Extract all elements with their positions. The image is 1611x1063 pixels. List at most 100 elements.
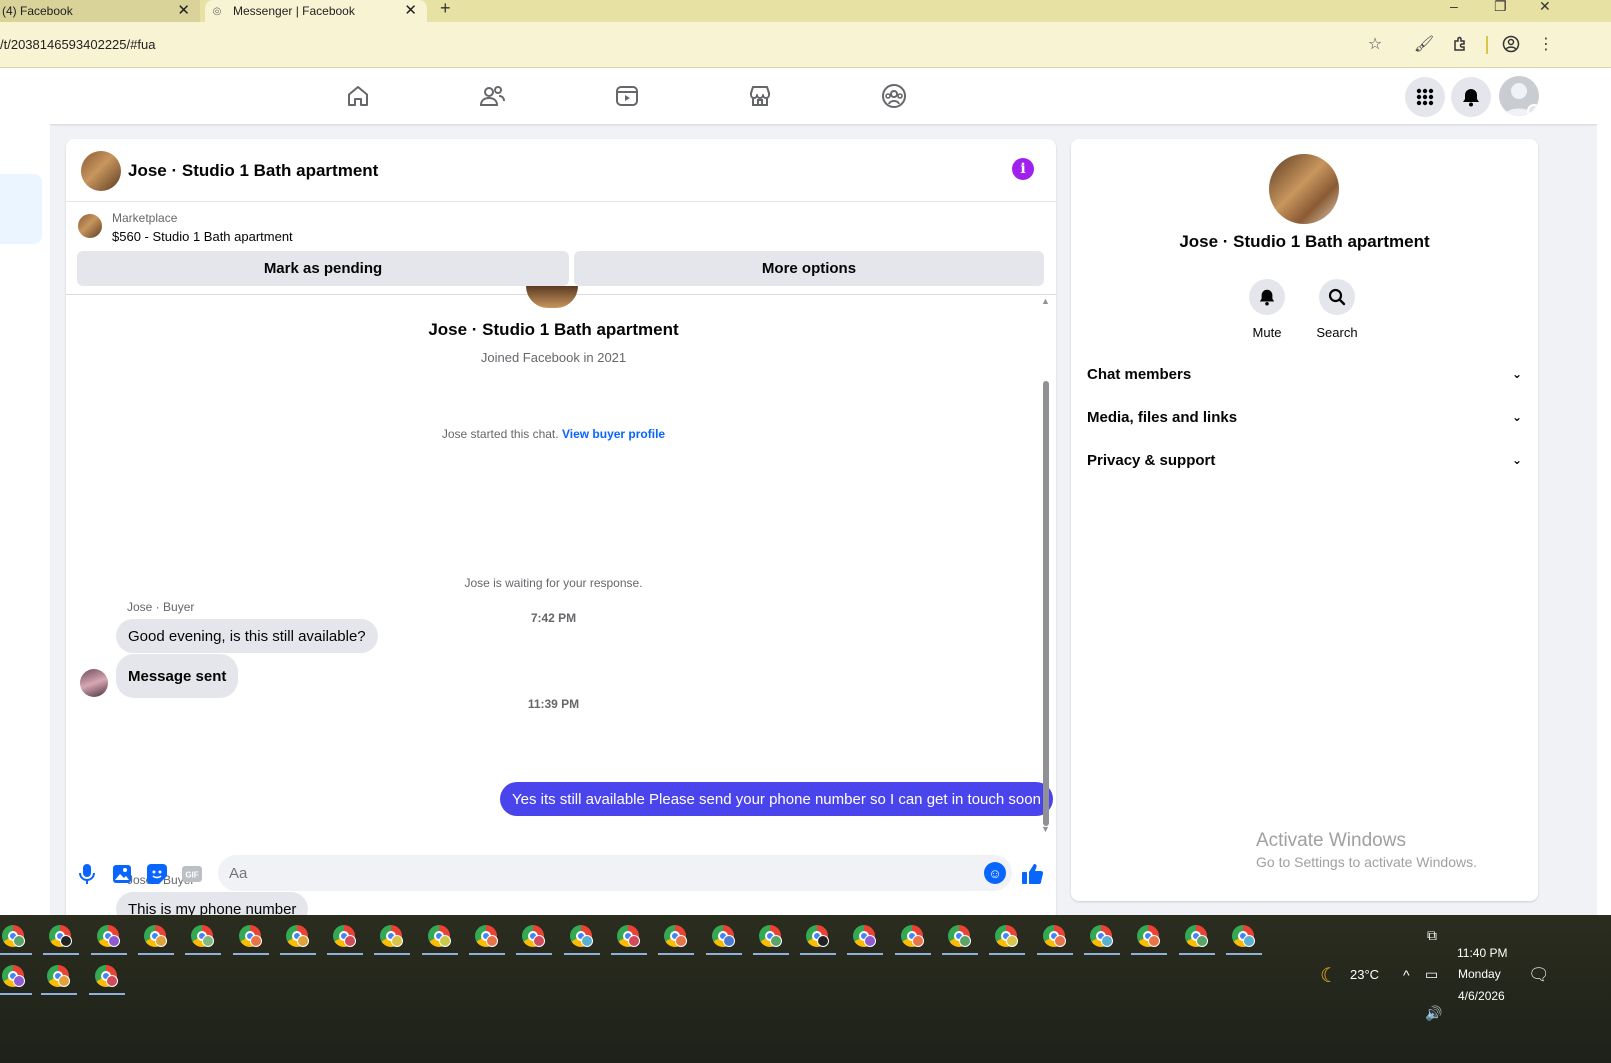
profile-avatar[interactable]: ⌄	[1499, 76, 1539, 116]
chrome-profile-taskbar-icon[interactable]	[942, 923, 978, 955]
bookmark-star-icon[interactable]: ☆	[1365, 34, 1385, 54]
chrome-profile-taskbar-icon[interactable]	[563, 923, 600, 955]
listing-thumbnail[interactable]	[78, 214, 102, 238]
chrome-profile-taskbar-icon[interactable]	[90, 923, 127, 955]
chat-header: Jose · Studio 1 Bath apartment i	[66, 139, 1056, 202]
chrome-profile-taskbar-icon[interactable]	[421, 923, 458, 955]
gif-icon[interactable]: GIF	[181, 863, 203, 885]
weather-temp[interactable]: 23°C	[1350, 967, 1379, 982]
chrome-profile-taskbar-icon[interactable]	[610, 923, 647, 955]
clock-date[interactable]: 4/6/2026	[1458, 989, 1505, 1003]
section-label: Privacy & support	[1087, 451, 1216, 469]
extension-brush-icon[interactable]: 🖌	[1414, 34, 1434, 54]
scroll-down-icon[interactable]: ▼	[1041, 824, 1050, 834]
page-scrollbar[interactable]	[1597, 68, 1611, 923]
network-icon[interactable]: ▭	[1425, 966, 1438, 983]
photo-icon[interactable]	[111, 863, 133, 885]
outgoing-message[interactable]: Yes its still available Please send your…	[500, 782, 1053, 816]
mute-action[interactable]: Mute	[1232, 279, 1302, 340]
chrome-profile-taskbar-icon[interactable]	[1083, 923, 1120, 955]
chrome-profile-taskbar-icon[interactable]	[1225, 923, 1262, 955]
meet-now-icon[interactable]: ⧉	[1427, 927, 1437, 944]
chrome-profile-taskbar-icon[interactable]	[752, 923, 789, 955]
running-indicator	[847, 953, 884, 955]
chat-members-section[interactable]: Chat members ⌄	[1071, 354, 1538, 394]
browser-profile-icon[interactable]	[1501, 34, 1521, 54]
chevron-up-icon[interactable]: ^	[1403, 967, 1410, 983]
info-icon[interactable]: i	[1012, 158, 1034, 180]
close-tab-icon[interactable]: ✕	[177, 1, 190, 19]
chat-avatar[interactable]	[81, 151, 121, 191]
sticker-icon[interactable]	[146, 863, 168, 885]
chat-title[interactable]: Jose · Studio 1 Bath apartment	[128, 161, 378, 181]
chrome-profile-taskbar-icon[interactable]	[279, 923, 316, 955]
restore-icon[interactable]: ❐	[1494, 0, 1507, 15]
scrollbar-thumb[interactable]	[1043, 381, 1049, 826]
sender-avatar[interactable]	[80, 669, 108, 697]
volume-icon[interactable]: 🔊	[1425, 1005, 1442, 1022]
clock-day[interactable]: Monday	[1458, 967, 1501, 981]
home-icon[interactable]	[344, 82, 372, 110]
chrome-profile-taskbar-icon[interactable]	[516, 923, 553, 955]
chrome-profile-taskbar-icon[interactable]	[137, 923, 174, 955]
friends-icon[interactable]	[478, 82, 506, 110]
minimize-icon[interactable]: –	[1450, 0, 1458, 14]
message-input[interactable]	[218, 855, 1012, 891]
media-files-section[interactable]: Media, files and links ⌄	[1071, 397, 1538, 437]
search-icon[interactable]	[1319, 279, 1355, 315]
microphone-icon[interactable]	[76, 863, 98, 885]
profile-badge-icon	[959, 935, 971, 947]
listing-title[interactable]: $560 - Studio 1 Bath apartment	[112, 229, 293, 244]
chrome-profile-taskbar-icon[interactable]	[1131, 923, 1168, 955]
privacy-support-section[interactable]: Privacy & support ⌄	[1071, 440, 1538, 480]
chrome-profile-taskbar-icon[interactable]	[1178, 923, 1215, 955]
incoming-message[interactable]: Message sent	[116, 654, 239, 698]
close-tab-icon[interactable]: ✕	[404, 1, 417, 19]
scroll-up-icon[interactable]: ▲	[1041, 296, 1050, 306]
bell-icon[interactable]	[1249, 279, 1285, 315]
view-buyer-profile-link[interactable]: View buyer profile	[562, 427, 665, 441]
mark-as-pending-button[interactable]: Mark as pending	[77, 251, 569, 286]
tab-messenger[interactable]: ◎ Messenger | Facebook ✕	[205, 0, 427, 22]
chrome-profile-taskbar-icon[interactable]	[185, 923, 222, 955]
close-window-icon[interactable]: ✕	[1539, 0, 1551, 15]
menu-grid-icon[interactable]	[1405, 77, 1445, 117]
chrome-profile-taskbar-icon[interactable]	[847, 923, 884, 955]
waiting-note: Jose is waiting for your response.	[464, 576, 643, 590]
url-field[interactable]: /t/2038146593402225/#fua	[0, 37, 155, 52]
browser-menu-icon[interactable]: ⋮	[1536, 34, 1556, 54]
tab-facebook[interactable]: (4) Facebook ✕	[0, 0, 200, 22]
bell-icon[interactable]	[1451, 77, 1491, 117]
running-indicator	[89, 993, 125, 995]
chrome-profile-taskbar-icon[interactable]	[43, 923, 80, 955]
moon-weather-icon[interactable]: ☾	[1320, 963, 1338, 988]
chrome-profile-taskbar-icon[interactable]	[469, 923, 505, 955]
chrome-profile-taskbar-icon[interactable]	[374, 923, 411, 955]
chrome-profile-taskbar-icon[interactable]	[989, 923, 1026, 955]
chrome-profile-taskbar-icon[interactable]	[0, 923, 32, 955]
chrome-profile-taskbar-icon[interactable]	[658, 923, 695, 955]
search-action[interactable]: Search	[1302, 279, 1372, 340]
chrome-profile-taskbar-icon[interactable]	[894, 923, 931, 955]
notifications-icon[interactable]: 🗨	[1528, 965, 1550, 985]
selected-conversation[interactable]	[0, 174, 42, 244]
clock-time[interactable]: 11:40 PM	[1457, 946, 1507, 960]
chrome-profile-taskbar-icon[interactable]	[800, 923, 837, 955]
video-icon[interactable]	[613, 82, 641, 110]
chrome-profile-taskbar-icon[interactable]	[1036, 923, 1073, 955]
chrome-profile-taskbar-icon[interactable]	[705, 923, 742, 955]
groups-icon[interactable]	[880, 82, 908, 110]
marketplace-icon[interactable]	[746, 82, 774, 110]
chrome-profile-taskbar-icon[interactable]	[89, 963, 125, 995]
chrome-profile-taskbar-icon[interactable]	[0, 963, 32, 995]
new-tab-button[interactable]: +	[440, 0, 451, 19]
info-avatar[interactable]	[1269, 154, 1339, 224]
message-scrollbar[interactable]: ▲ ▼	[1041, 296, 1051, 841]
chrome-profile-taskbar-icon[interactable]	[327, 923, 364, 955]
thumbs-up-icon[interactable]	[1022, 863, 1044, 885]
emoji-icon[interactable]: ☺	[984, 862, 1006, 884]
chrome-profile-taskbar-icon[interactable]	[41, 963, 77, 995]
more-options-button[interactable]: More options	[574, 251, 1044, 286]
chrome-profile-taskbar-icon[interactable]	[232, 923, 269, 955]
extensions-puzzle-icon[interactable]	[1450, 34, 1470, 54]
